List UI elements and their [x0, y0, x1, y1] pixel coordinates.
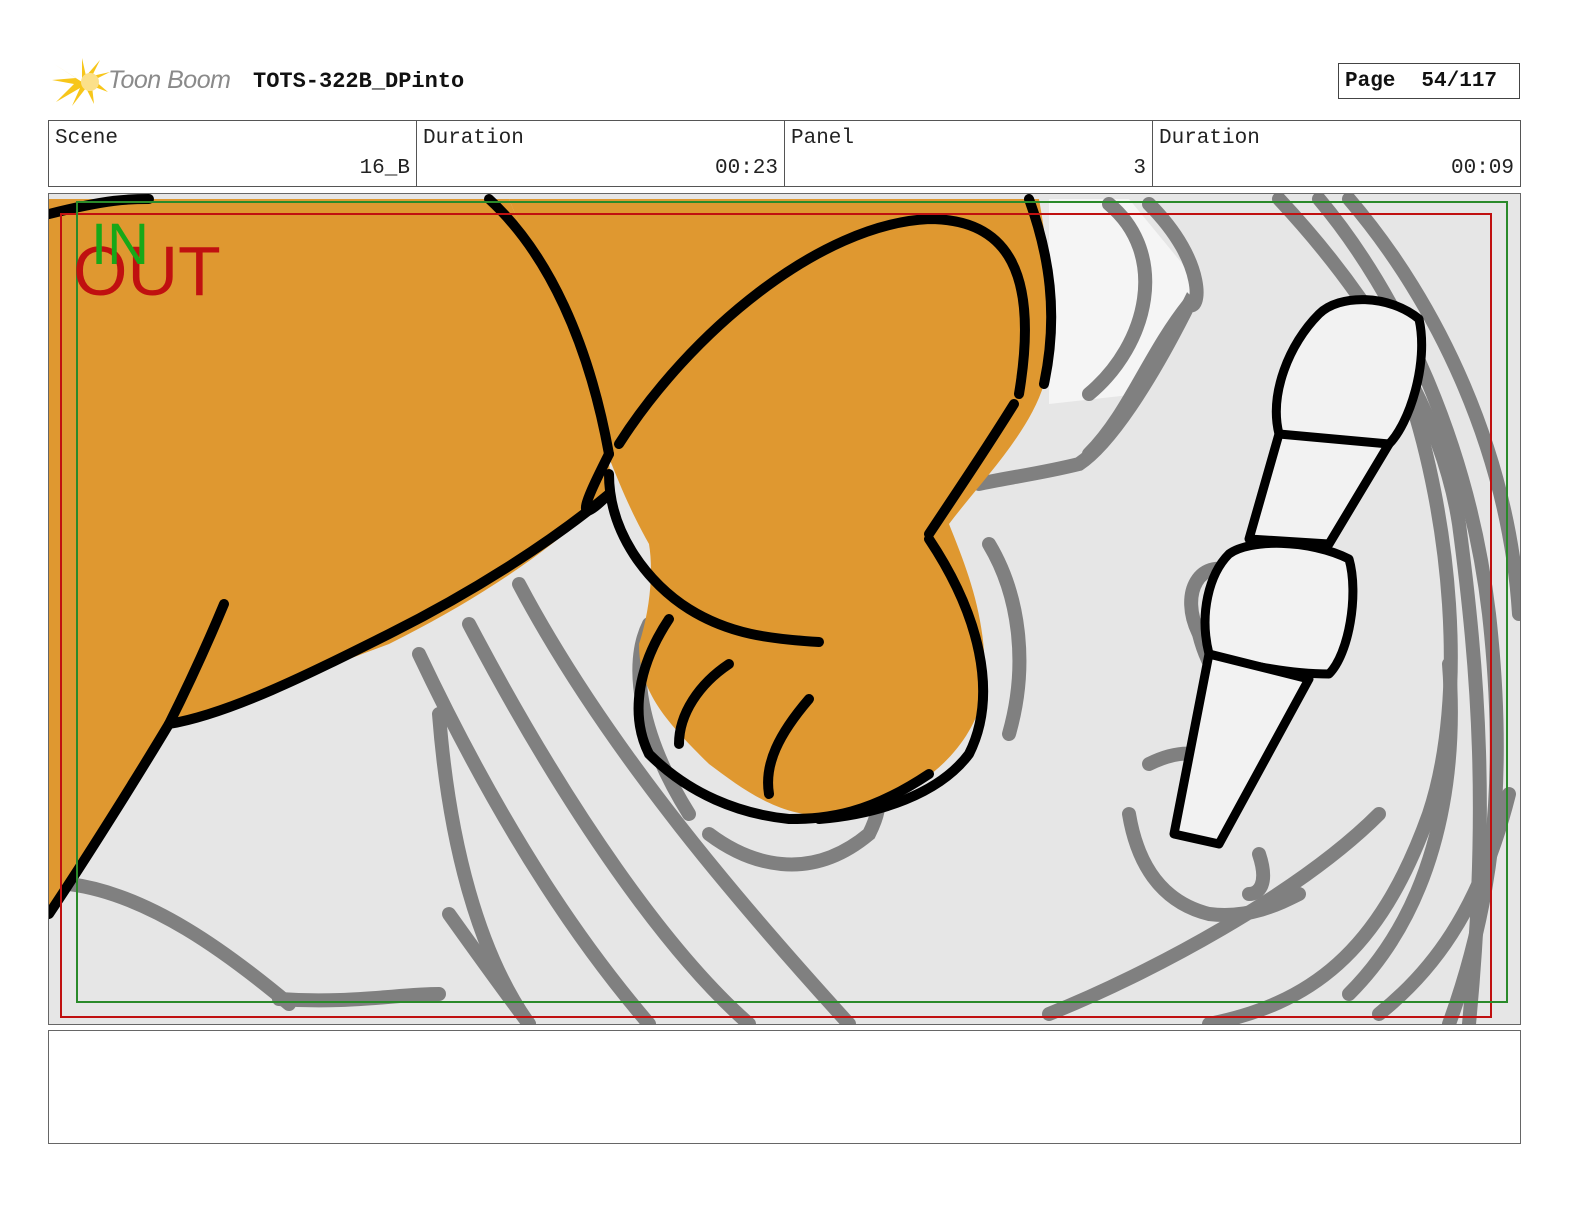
- scene-cell: Scene 16_B: [49, 121, 417, 186]
- panel-duration-label: Duration: [1159, 127, 1260, 150]
- panel-duration-value: 00:09: [1450, 157, 1514, 180]
- scene-duration-value: 00:23: [714, 157, 778, 180]
- logo-wordmark: Toon Boom: [108, 66, 231, 94]
- scene-duration-label: Duration: [423, 127, 524, 150]
- panel-label: Panel: [791, 127, 855, 150]
- panel-info-bar: Scene 16_B Duration 00:23 Panel 3 Durati…: [48, 120, 1521, 187]
- starburst-icon: [52, 58, 110, 106]
- storyboard-header: Toon Boom TOTS-322B_DPinto Page 54/117: [48, 56, 1540, 108]
- panel-artwork: [49, 194, 1520, 1024]
- panel-duration-cell: Duration 00:09: [1153, 121, 1520, 186]
- page-indicator: Page 54/117: [1338, 63, 1520, 99]
- page-label: Page: [1345, 69, 1396, 93]
- page-number: 54/117: [1421, 69, 1498, 93]
- scene-duration-cell: Duration 00:23: [417, 121, 785, 186]
- storyboard-panel[interactable]: OUT IN: [48, 193, 1521, 1025]
- scene-value: 16_B: [359, 157, 410, 180]
- in-marker: IN: [91, 212, 149, 277]
- project-title: TOTS-322B_DPinto: [253, 69, 465, 94]
- panel-cell: Panel 3: [785, 121, 1153, 186]
- scene-label: Scene: [55, 127, 119, 150]
- toon-boom-logo: Toon Boom: [52, 58, 242, 106]
- panel-value: 3: [1133, 157, 1146, 180]
- panel-notes-box[interactable]: [48, 1030, 1521, 1144]
